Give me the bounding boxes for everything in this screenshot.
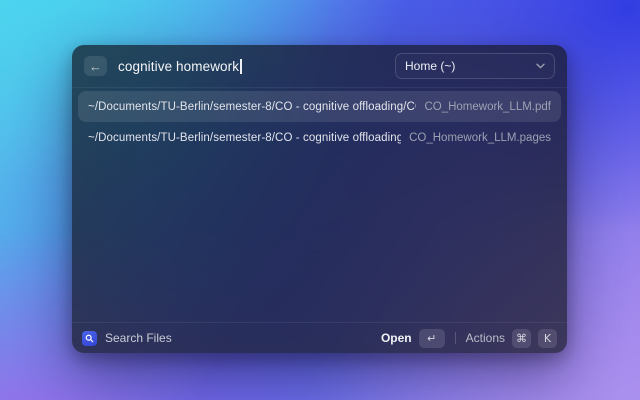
text-caret <box>240 59 242 74</box>
result-path: ~/Documents/TU-Berlin/semester-8/CO - co… <box>88 101 416 113</box>
results-list: ~/Documents/TU-Berlin/semester-8/CO - co… <box>72 88 567 322</box>
result-row-pages[interactable]: ~/Documents/TU-Berlin/semester-8/CO - co… <box>78 122 561 153</box>
command-title: Search Files <box>105 331 172 345</box>
command-key-icon: ⌘ <box>512 329 531 348</box>
directory-dropdown[interactable]: Home (~) <box>395 53 555 79</box>
actions-menu-label[interactable]: Actions <box>466 331 505 345</box>
search-files-icon <box>82 331 97 346</box>
search-query-text: cognitive homework <box>118 59 239 74</box>
launcher-window: ← cognitive homework Home (~) ~/Document… <box>72 45 567 353</box>
result-row-pdf[interactable]: ~/Documents/TU-Berlin/semester-8/CO - co… <box>78 91 561 122</box>
return-key-icon: ↵ <box>419 329 445 348</box>
search-header: ← cognitive homework Home (~) <box>72 45 567 88</box>
k-key-icon: K <box>538 329 557 348</box>
status-bar: Search Files Open ↵ Actions ⌘ K <box>72 322 567 353</box>
open-action-label[interactable]: Open <box>381 331 412 345</box>
result-filename: CO_Homework_LLM.pdf <box>424 101 551 113</box>
chevron-down-icon <box>536 63 545 69</box>
directory-dropdown-value: Home (~) <box>405 59 536 73</box>
back-button[interactable]: ← <box>84 56 107 76</box>
result-filename: CO_Homework_LLM.pages <box>409 132 551 144</box>
back-arrow-icon: ← <box>89 60 102 73</box>
search-input[interactable]: cognitive homework <box>118 59 242 74</box>
footer-divider <box>455 332 456 344</box>
result-path: ~/Documents/TU-Berlin/semester-8/CO - co… <box>88 132 401 144</box>
